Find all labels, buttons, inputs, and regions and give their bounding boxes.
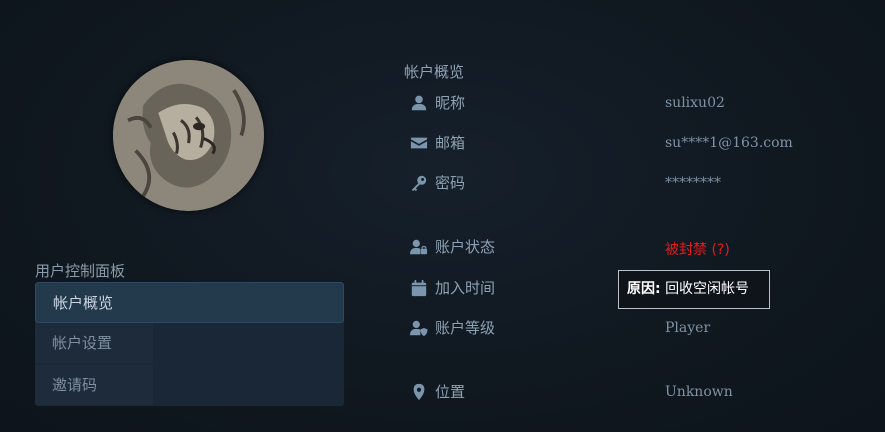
account-status-value[interactable]: 被封禁 (?)	[665, 239, 730, 259]
location-value: Unknown	[665, 384, 733, 400]
ban-reason-tooltip: 原因: 回收空闲帐号	[618, 270, 770, 309]
user-shield-icon	[410, 319, 430, 339]
key-icon	[410, 174, 430, 194]
envelope-icon	[410, 134, 430, 154]
section-title: 帐户概览	[404, 63, 465, 81]
tooltip-prefix: 原因:	[627, 281, 661, 297]
row-label: 账户等级	[435, 319, 496, 337]
calendar-icon	[410, 279, 430, 299]
panel-title: 用户控制面板	[35, 262, 126, 280]
sidebar-item-account-overview[interactable]: 帐户概览	[35, 282, 344, 323]
map-marker-icon	[410, 383, 430, 403]
avatar-image	[113, 60, 264, 211]
password-value: ********	[665, 175, 721, 191]
sidebar-item-invite-code[interactable]: 邀请码	[35, 365, 153, 405]
user-icon	[410, 94, 430, 114]
tooltip-text: 回收空闲帐号	[665, 281, 750, 297]
nickname-value: sulixu02	[665, 95, 725, 111]
row-label: 邮箱	[435, 134, 466, 152]
row-label: 账户状态	[435, 238, 496, 256]
sidebar-item-account-settings[interactable]: 帐户设置	[35, 323, 153, 363]
row-label: 昵称	[435, 94, 466, 112]
email-value: su****1@163.com	[665, 135, 793, 151]
row-label: 密码	[435, 174, 466, 192]
sidebar-menu: 帐户概览 帐户设置 邀请码	[35, 282, 344, 406]
row-label: 位置	[435, 383, 466, 401]
user-lock-icon	[410, 238, 430, 258]
row-label: 加入时间	[435, 279, 496, 297]
avatar	[113, 60, 264, 211]
account-level-value: Player	[665, 320, 711, 336]
